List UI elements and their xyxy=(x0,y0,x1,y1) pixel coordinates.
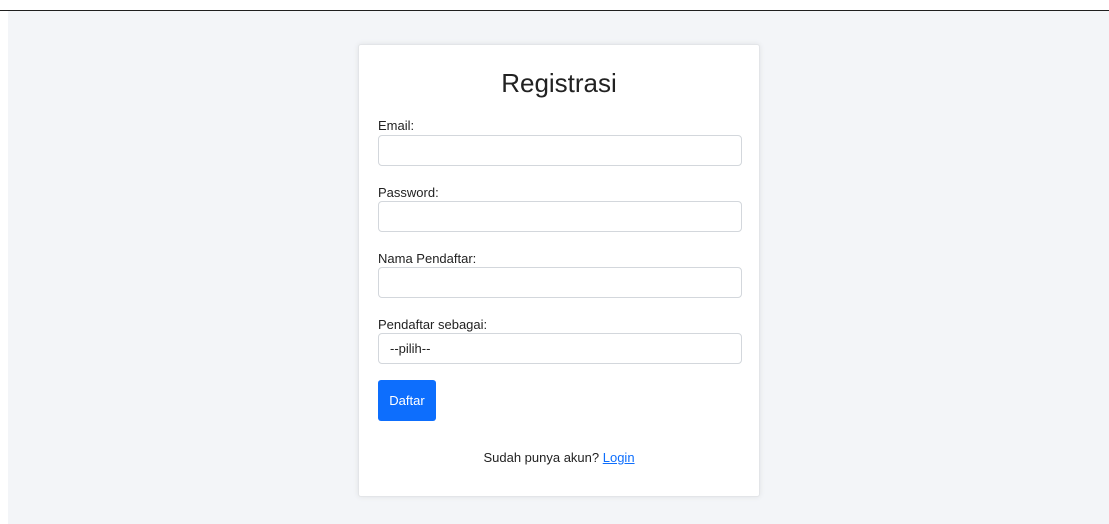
role-select[interactable]: --pilih-- xyxy=(378,333,742,364)
name-field[interactable] xyxy=(378,267,742,298)
email-field[interactable] xyxy=(378,135,742,166)
register-button[interactable]: Daftar xyxy=(378,380,436,421)
role-label: Pendaftar sebagai: xyxy=(378,317,488,332)
login-link[interactable]: Login xyxy=(603,450,635,465)
email-label: Email: xyxy=(378,118,415,133)
login-prompt-text: Sudah punya akun? xyxy=(483,450,600,465)
password-field[interactable] xyxy=(378,201,742,232)
role-select-value: --pilih-- xyxy=(390,341,431,356)
page-title: Registrasi xyxy=(501,68,617,98)
registration-card: Registrasi Email: Password: Nama Pendaft… xyxy=(358,44,760,497)
name-label: Nama Pendaftar: xyxy=(378,251,477,266)
password-label: Password: xyxy=(378,185,439,200)
login-prompt: Sudah punya akun? Login xyxy=(359,450,759,466)
